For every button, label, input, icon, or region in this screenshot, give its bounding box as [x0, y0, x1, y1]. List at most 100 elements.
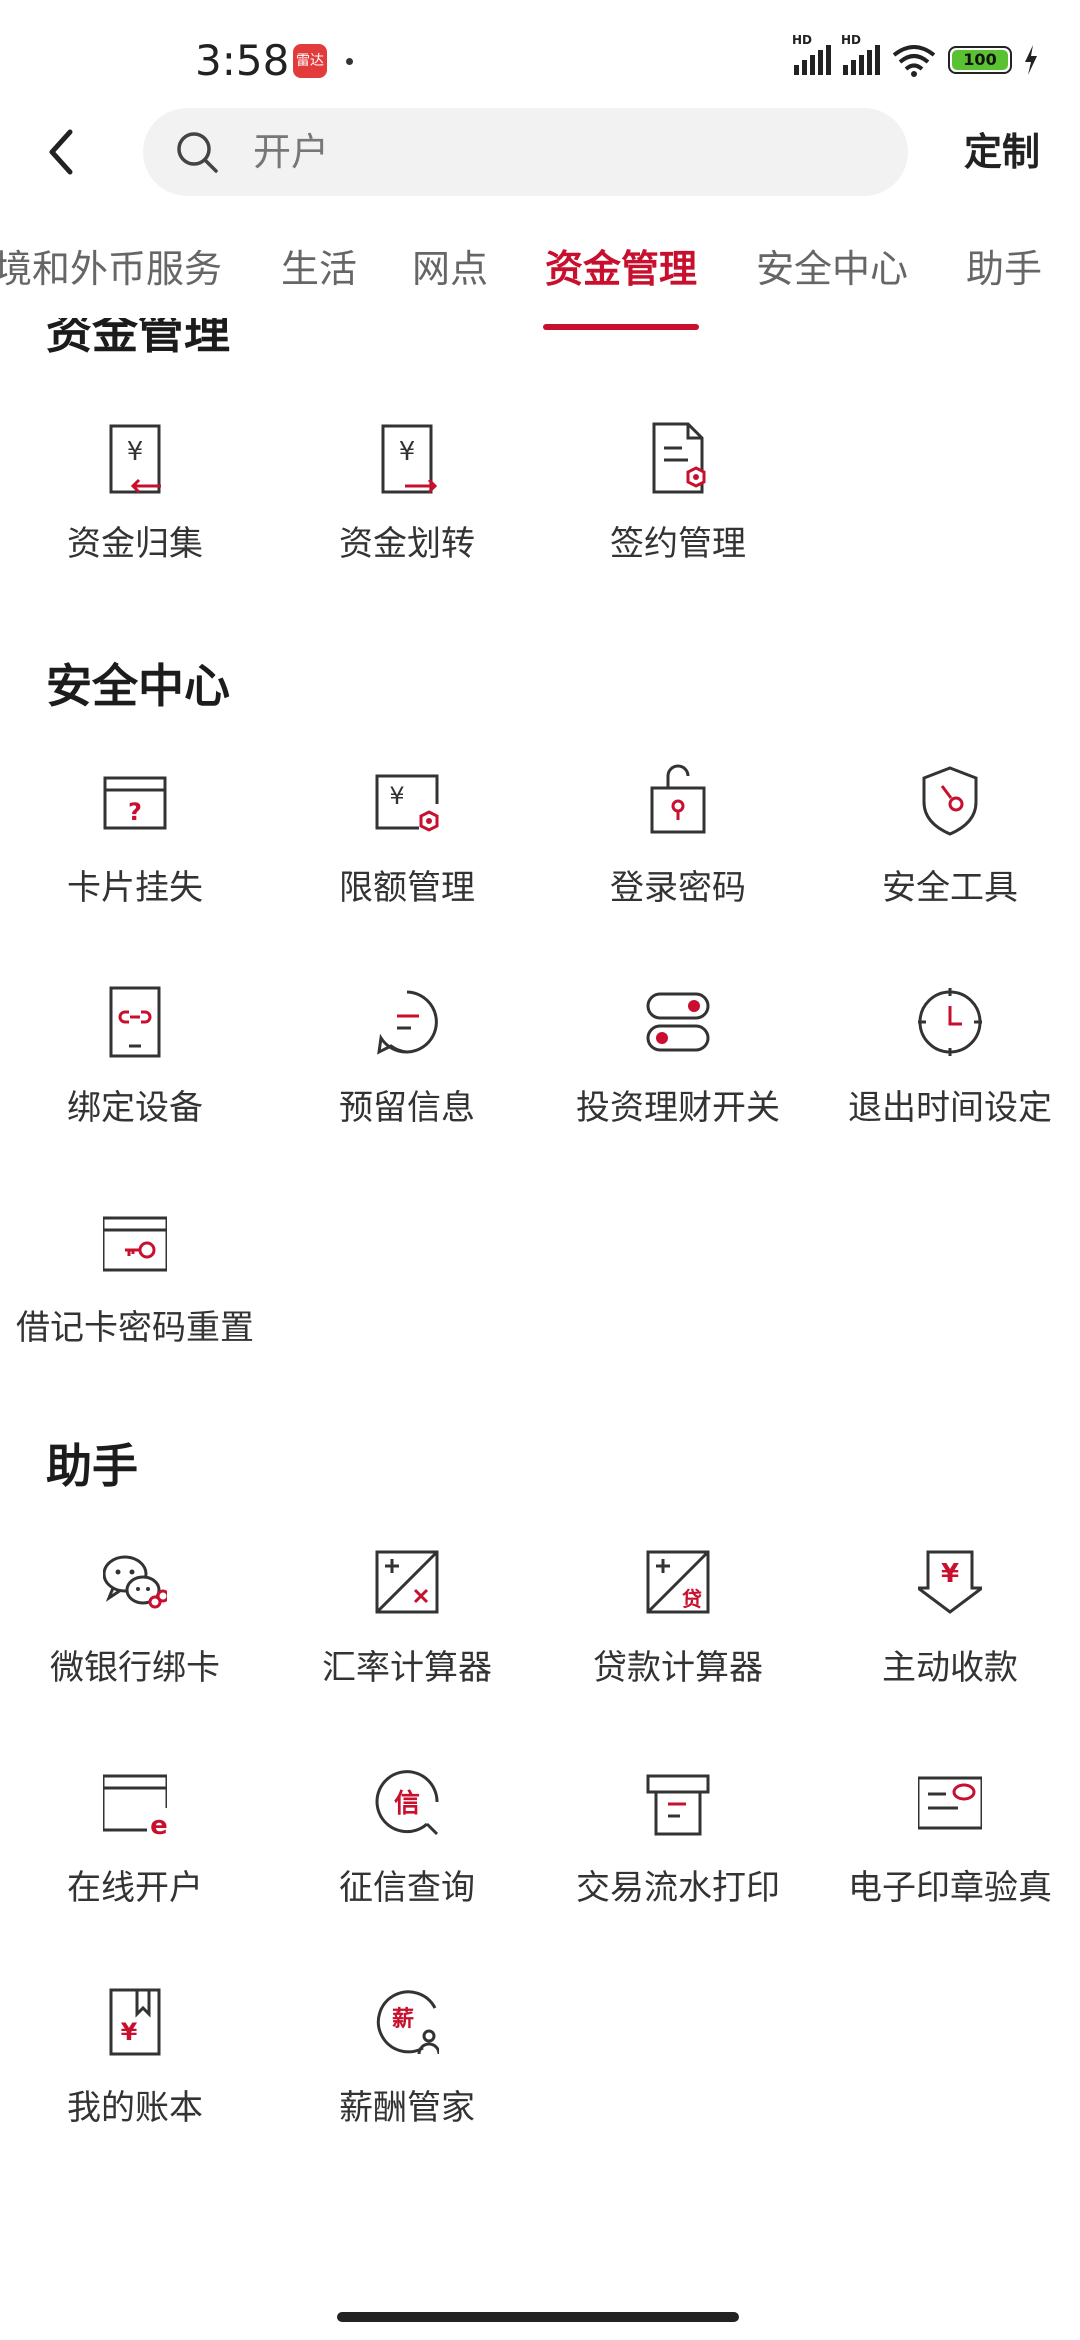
notification-dot-icon — [346, 58, 353, 65]
svg-text:¥: ¥ — [389, 782, 404, 810]
online-account-icon: e — [103, 1774, 167, 1840]
svg-text:¥: ¥ — [399, 437, 416, 467]
statement-print-icon — [646, 1774, 710, 1836]
fx-calculator-icon — [375, 1550, 439, 1614]
home-indicator[interactable] — [337, 2312, 739, 2322]
svg-text:¥: ¥ — [127, 437, 144, 467]
tab-branches[interactable]: 网点 — [412, 240, 488, 330]
search-input[interactable]: 开户 — [143, 108, 908, 196]
bind-device-label: 绑定设备 — [67, 1088, 203, 1128]
tab-assistant[interactable]: 助手 — [966, 240, 1042, 330]
fund-transfer-item[interactable]: ¥ 资金划转 — [272, 420, 542, 620]
search-icon — [177, 132, 218, 173]
credit-query-label: 征信查询 — [339, 1868, 475, 1908]
back-button[interactable] — [36, 124, 84, 180]
svg-text:¥: ¥ — [941, 1559, 959, 1589]
statement-print-label: 交易流水打印 — [576, 1868, 780, 1908]
wifi-icon — [892, 45, 936, 77]
online-account-item[interactable]: e 在线开户 — [0, 1764, 270, 1964]
wechat-bank-item[interactable]: 微银行绑卡 — [0, 1544, 270, 1744]
bind-device-icon — [109, 986, 161, 1058]
search-placeholder: 开户 — [253, 130, 330, 174]
battery-level: 100 — [952, 50, 1008, 70]
contract-manage-icon — [652, 422, 706, 494]
my-ledger-icon: ¥ — [109, 1988, 161, 2056]
wechat-bank-icon — [103, 1555, 167, 1609]
reserved-info-icon — [377, 990, 438, 1055]
my-ledger-item[interactable]: ¥ 我的账本 — [0, 1984, 270, 2184]
credit-query-icon: 信 — [375, 1770, 439, 1836]
limit-manage-icon: ¥ — [375, 774, 439, 832]
debit-card-reset-item[interactable]: 借记卡密码重置 — [0, 1204, 270, 1404]
tab-security-center[interactable]: 安全中心 — [756, 240, 908, 330]
fund-transfer-icon: ¥ — [381, 424, 438, 494]
svg-text:信: 信 — [394, 1789, 420, 1819]
svg-text:e: e — [150, 1811, 167, 1840]
logout-timer-icon — [918, 988, 982, 1056]
loan-calculator-label: 贷款计算器 — [593, 1648, 763, 1688]
section-title-fund: 资金管理 — [46, 318, 230, 359]
chevron-left-icon — [49, 129, 73, 175]
invest-switch-item[interactable]: 投资理财开关 — [543, 984, 813, 1184]
my-ledger-label: 我的账本 — [67, 2088, 203, 2128]
signal-icon: HD — [841, 33, 880, 75]
logout-timer-item[interactable]: 退出时间设定 — [815, 984, 1080, 1184]
fx-calculator-item[interactable]: 汇率计算器 — [272, 1544, 542, 1744]
login-password-label: 登录密码 — [610, 868, 746, 908]
invest-switch-icon — [646, 992, 710, 1052]
limit-manage-item[interactable]: ¥ 限额管理 — [272, 764, 542, 964]
security-tool-label: 安全工具 — [882, 868, 1018, 908]
debit-card-reset-icon — [103, 1216, 167, 1272]
fund-collect-label: 资金归集 — [67, 524, 203, 564]
contract-manage-item[interactable]: 签约管理 — [543, 420, 813, 620]
card-loss-label: 卡片挂失 — [67, 868, 203, 908]
status-time: 3:58 — [195, 36, 290, 85]
logout-timer-label: 退出时间设定 — [848, 1088, 1052, 1128]
service-content: 资金管理 ¥ 资金归集 ¥ 资金划转 签约管理 安全中心 ? 卡片挂失 ¥ 限额… — [0, 318, 1080, 2268]
signal-hd-label: HD — [792, 33, 813, 47]
section-title-security: 安全中心 — [46, 659, 230, 713]
login-password-icon — [650, 764, 706, 834]
signal-hd-label: HD — [841, 33, 862, 47]
top-bar: 开户 定制 — [0, 108, 1080, 196]
battery-icon: 100 — [948, 46, 1012, 74]
reserved-info-item[interactable]: 预留信息 — [272, 984, 542, 1184]
e-seal-verify-label: 电子印章验真 — [848, 1868, 1052, 1908]
loan-calculator-icon: 贷 — [646, 1550, 710, 1614]
security-tool-item[interactable]: 安全工具 — [815, 764, 1080, 964]
card-loss-item[interactable]: ? 卡片挂失 — [0, 764, 270, 964]
debit-card-reset-label: 借记卡密码重置 — [16, 1308, 254, 1348]
e-seal-verify-item[interactable]: 电子印章验真 — [815, 1764, 1080, 1964]
category-tabs: 境和外币服务 生活 网点 资金管理 安全中心 助手 — [0, 240, 1080, 330]
statement-print-item[interactable]: 交易流水打印 — [543, 1764, 813, 1964]
credit-query-item[interactable]: 信 征信查询 — [272, 1764, 542, 1964]
security-tool-icon — [922, 766, 978, 836]
loan-calculator-item[interactable]: 贷 贷款计算器 — [543, 1544, 813, 1744]
svg-text:薪: 薪 — [392, 2006, 414, 2032]
salary-manager-item[interactable]: 薪 薪酬管家 — [272, 1984, 542, 2184]
status-icons: HD HD 100 — [792, 33, 1040, 80]
tab-fund-management[interactable]: 资金管理 — [545, 240, 697, 330]
invest-switch-label: 投资理财开关 — [576, 1088, 780, 1128]
online-account-label: 在线开户 — [67, 1868, 203, 1908]
svg-text:贷: 贷 — [682, 1587, 702, 1611]
reserved-info-label: 预留信息 — [339, 1088, 475, 1128]
limit-manage-label: 限额管理 — [339, 868, 475, 908]
fund-collect-icon: ¥ — [109, 424, 161, 494]
tab-life[interactable]: 生活 — [281, 240, 357, 330]
bind-device-item[interactable]: 绑定设备 — [0, 984, 270, 1184]
salary-manager-label: 薪酬管家 — [339, 2088, 475, 2128]
wechat-bank-label: 微银行绑卡 — [50, 1648, 220, 1688]
login-password-item[interactable]: 登录密码 — [543, 764, 813, 964]
fund-collect-item[interactable]: ¥ 资金归集 — [0, 420, 270, 620]
fx-calculator-label: 汇率计算器 — [322, 1648, 492, 1688]
status-bar: 3:58 雷达 HD HD 100 — [0, 0, 1080, 110]
tab-cross-border-fx[interactable]: 境和外币服务 — [0, 240, 222, 330]
receive-payment-label: 主动收款 — [882, 1648, 1018, 1688]
card-loss-icon: ? — [103, 776, 167, 830]
customize-button[interactable]: 定制 — [964, 126, 1040, 178]
svg-text:¥: ¥ — [121, 2018, 138, 2046]
receive-payment-item[interactable]: ¥ 主动收款 — [815, 1544, 1080, 1744]
charging-icon — [1025, 45, 1037, 75]
e-seal-verify-icon — [918, 1776, 982, 1830]
